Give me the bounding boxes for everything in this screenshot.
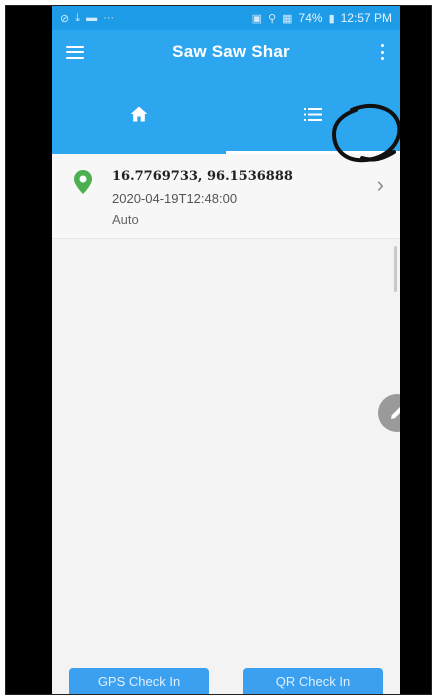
location-pin-icon bbox=[74, 170, 92, 194]
more-dots-icon: ··· bbox=[103, 12, 115, 24]
cast-icon: ▣ bbox=[251, 12, 263, 25]
home-icon bbox=[130, 106, 148, 122]
video-icon: ▬ bbox=[86, 12, 98, 24]
bottom-buttons: GPS Check In QR Check In bbox=[52, 660, 400, 694]
scrollbar[interactable] bbox=[394, 246, 397, 292]
tab-bar bbox=[52, 74, 400, 154]
location-icon: ⚲ bbox=[268, 12, 277, 25]
chevron-right-icon[interactable]: › bbox=[377, 172, 384, 198]
tab-home[interactable] bbox=[52, 74, 226, 154]
pencil-icon bbox=[391, 407, 400, 419]
menu-icon[interactable] bbox=[66, 45, 84, 59]
content-area: 16.7769733, 96.1536888 2020-04-19T12:48:… bbox=[52, 154, 400, 694]
status-right-icons: ▣ ⚲ ▦ 74% ▮ 12:57 PM bbox=[252, 11, 392, 25]
phone-frame: ⊘ ⤓ ▬ ··· ▣ ⚲ ▦ 74% ▮ 12:57 PM Saw Saw S… bbox=[5, 5, 432, 695]
qr-check-in-button[interactable]: QR Check In bbox=[243, 668, 383, 694]
status-time: 12:57 PM bbox=[340, 11, 392, 25]
no-disturb-icon: ⊘ bbox=[60, 12, 70, 25]
entry-mode: Auto bbox=[112, 212, 139, 227]
status-bar: ⊘ ⤓ ▬ ··· ▣ ⚲ ▦ 74% ▮ 12:57 PM bbox=[52, 6, 400, 30]
app-bar: Saw Saw Shar bbox=[52, 30, 400, 74]
tab-list[interactable] bbox=[226, 74, 400, 154]
entry-timestamp: 2020-04-19T12:48:00 bbox=[112, 191, 238, 206]
download-icon: ⤓ bbox=[75, 11, 81, 24]
list-icon bbox=[304, 107, 322, 121]
battery-icon: ▮ bbox=[328, 12, 335, 25]
edit-fab[interactable] bbox=[378, 394, 400, 432]
status-left-icons: ⊘ ⤓ ▬ ··· bbox=[60, 12, 114, 25]
battery-percent: 74% bbox=[298, 11, 323, 25]
app-title: Saw Saw Shar bbox=[172, 42, 290, 61]
gps-check-in-button[interactable]: GPS Check In bbox=[69, 668, 209, 694]
entry-coordinates: 16.7769733, 96.1536888 bbox=[112, 169, 293, 184]
signal-icon: ▦ bbox=[282, 12, 293, 25]
phone-screen: ⊘ ⤓ ▬ ··· ▣ ⚲ ▦ 74% ▮ 12:57 PM Saw Saw S… bbox=[52, 6, 400, 694]
more-options-icon[interactable] bbox=[378, 44, 386, 60]
entry-text: 16.7769733, 96.1536888 2020-04-19T12:48:… bbox=[112, 168, 382, 228]
list-item[interactable]: 16.7769733, 96.1536888 2020-04-19T12:48:… bbox=[52, 154, 400, 239]
